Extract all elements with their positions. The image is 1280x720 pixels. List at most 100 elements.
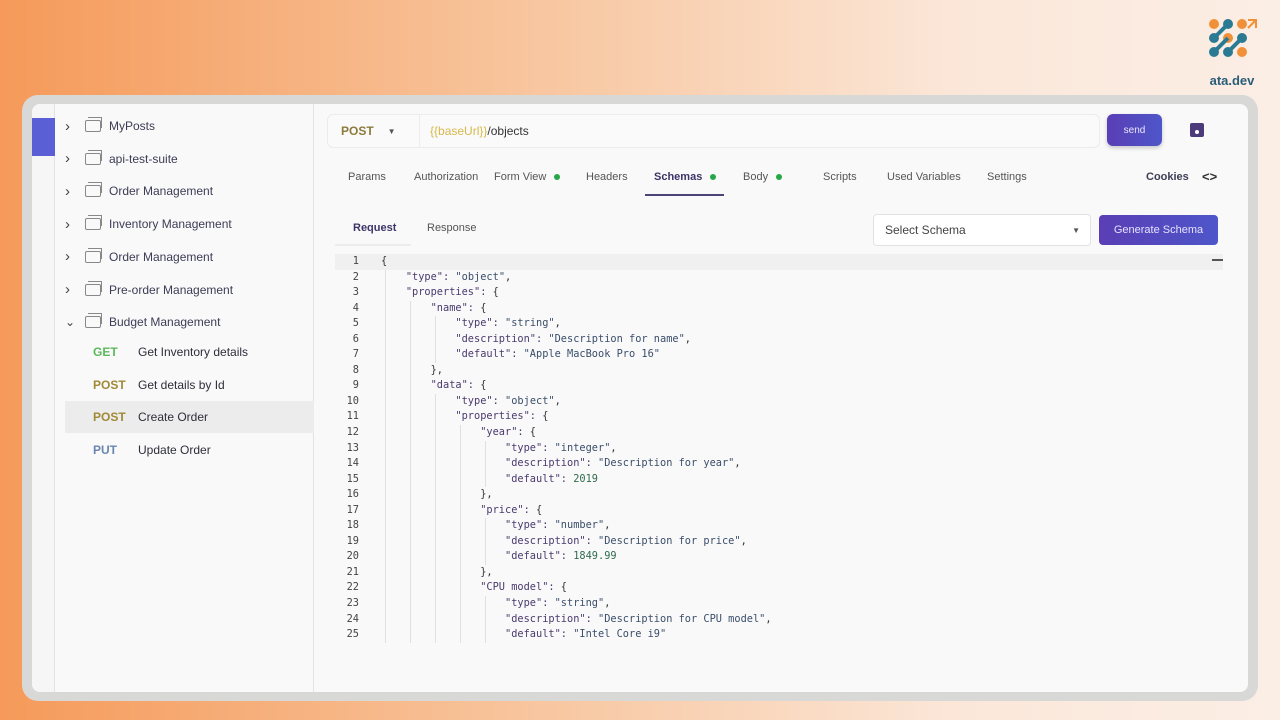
code-text: "default": "Intel Core i9" bbox=[505, 628, 667, 641]
indent-guide bbox=[385, 285, 386, 301]
schema-editor[interactable]: 1{2 "type": "object", 3 "properties": {4 … bbox=[335, 254, 1223, 644]
indent-guide bbox=[385, 456, 386, 472]
indent-guide bbox=[460, 440, 461, 457]
tab-headers[interactable]: Headers bbox=[586, 171, 628, 183]
line-number: 4 bbox=[352, 301, 359, 314]
indent-guide bbox=[460, 564, 461, 581]
sidebar-request[interactable]: POST Create Order bbox=[65, 401, 314, 434]
indent-guide bbox=[435, 316, 436, 332]
generate-schema-button[interactable]: Generate Schema bbox=[1099, 215, 1218, 245]
tab-body[interactable]: Body bbox=[743, 171, 783, 183]
sidebar-request[interactable]: GET Get Inventory details bbox=[65, 336, 314, 368]
editor-scrollbar[interactable] bbox=[1212, 259, 1223, 261]
tab-scripts[interactable]: Scripts bbox=[823, 171, 857, 183]
subtab-response[interactable]: Response bbox=[427, 222, 477, 234]
send-button[interactable]: send bbox=[1107, 114, 1162, 146]
save-icon[interactable] bbox=[1190, 123, 1204, 137]
folder-label: Order Management bbox=[109, 184, 214, 199]
indent-guide bbox=[435, 425, 436, 441]
indent-guide bbox=[410, 580, 411, 597]
chevron-right-icon[interactable]: › bbox=[65, 150, 79, 167]
indent-guide bbox=[410, 300, 411, 317]
indent-guide bbox=[410, 564, 411, 581]
code-line: 16 }, bbox=[335, 487, 1223, 503]
sidebar-folder[interactable]: › Order Management bbox=[65, 247, 213, 267]
status-dot bbox=[776, 174, 783, 180]
chevron-right-icon[interactable]: › bbox=[65, 216, 79, 233]
folder-icon bbox=[85, 182, 102, 198]
app-window: › MyPosts › api-test-suite › Order Management… bbox=[22, 95, 1258, 701]
code-text: "default": "Apple MacBook Pro 16" bbox=[455, 348, 660, 361]
chevron-right-icon[interactable]: › bbox=[65, 248, 79, 265]
method-label: POST bbox=[341, 124, 374, 138]
status-dot bbox=[710, 174, 717, 180]
chevron-down-icon[interactable]: ⌄ bbox=[65, 315, 79, 329]
tab-params[interactable]: Params bbox=[348, 171, 386, 183]
url-input[interactable]: {{baseUrl}}/objects bbox=[420, 124, 529, 138]
line-number: 23 bbox=[346, 597, 359, 610]
tab-form-view[interactable]: Form View bbox=[494, 171, 561, 183]
sidebar-folder[interactable]: ⌄ Budget Management bbox=[65, 312, 220, 332]
indent-guide bbox=[410, 316, 411, 332]
left-rail bbox=[32, 104, 55, 692]
sidebar-folder[interactable]: › Order Management bbox=[65, 181, 213, 201]
line-number: 15 bbox=[346, 472, 359, 485]
indent-guide bbox=[460, 627, 461, 643]
indent-guide bbox=[435, 456, 436, 472]
indent-guide bbox=[460, 549, 461, 565]
code-line: 4 "name": { bbox=[335, 300, 1223, 317]
tab-authorization[interactable]: Authorization bbox=[414, 171, 478, 183]
line-number: 12 bbox=[346, 426, 359, 439]
indent-guide bbox=[485, 611, 486, 628]
collections-sidebar: › MyPosts › api-test-suite › Order Management… bbox=[55, 104, 314, 692]
sidebar-request[interactable]: PUT Update Order bbox=[65, 434, 314, 466]
line-number: 16 bbox=[346, 488, 359, 501]
subtab-request[interactable]: Request bbox=[353, 222, 396, 234]
method-select[interactable]: POST ▼ bbox=[328, 115, 420, 147]
indent-guide bbox=[410, 456, 411, 472]
sidebar-folder[interactable]: › Inventory Management bbox=[65, 214, 232, 234]
chevron-right-icon[interactable]: › bbox=[65, 183, 79, 200]
tab-schemas[interactable]: Schemas bbox=[654, 171, 717, 183]
tab-label: Headers bbox=[586, 171, 628, 183]
code-line: 7 "default": "Apple MacBook Pro 16" bbox=[335, 347, 1223, 363]
sidebar-folder[interactable]: › MyPosts bbox=[65, 116, 155, 136]
chevron-right-icon[interactable]: › bbox=[65, 118, 79, 135]
line-number: 25 bbox=[346, 628, 359, 641]
rail-active-item[interactable] bbox=[32, 118, 55, 156]
indent-guide bbox=[410, 409, 411, 426]
line-number: 11 bbox=[346, 410, 359, 423]
line-number: 10 bbox=[346, 394, 359, 407]
indent-guide bbox=[410, 331, 411, 348]
code-line: 6 "description": "Description for name", bbox=[335, 331, 1223, 348]
line-number: 21 bbox=[346, 565, 359, 578]
code-text: "type": "integer", bbox=[505, 441, 617, 454]
indent-guide bbox=[460, 580, 461, 597]
indent-guide bbox=[385, 518, 386, 534]
line-number: 8 bbox=[352, 363, 359, 376]
url-bar: POST ▼ {{baseUrl}}/objects bbox=[327, 114, 1100, 148]
code-line: 10 "type": "object", bbox=[335, 393, 1223, 410]
indent-guide bbox=[385, 425, 386, 441]
subtab-underline bbox=[335, 244, 411, 246]
sidebar-folder[interactable]: › Pre-order Management bbox=[65, 280, 233, 300]
indent-guide bbox=[435, 611, 436, 628]
indent-guide bbox=[460, 502, 461, 519]
sidebar-folder[interactable]: › api-test-suite bbox=[65, 149, 178, 169]
code-text: "price": { bbox=[480, 503, 543, 516]
code-text: "year": { bbox=[480, 426, 537, 439]
folder-label: Inventory Management bbox=[109, 217, 232, 232]
code-icon[interactable]: <> bbox=[1202, 169, 1217, 184]
chevron-right-icon[interactable]: › bbox=[65, 281, 79, 298]
sidebar-request[interactable]: POST Get details by Id bbox=[65, 369, 314, 401]
cookies-link[interactable]: Cookies bbox=[1146, 171, 1189, 183]
indent-guide bbox=[385, 580, 386, 597]
code-line: 12 "year": { bbox=[335, 425, 1223, 441]
tab-used-variables[interactable]: Used Variables bbox=[887, 171, 961, 183]
schema-select[interactable]: Select Schema ▼ bbox=[873, 214, 1091, 246]
tab-settings[interactable]: Settings bbox=[987, 171, 1027, 183]
indent-guide bbox=[385, 611, 386, 628]
tab-label: Authorization bbox=[414, 171, 479, 183]
code-text: "name": { bbox=[430, 301, 487, 314]
code-line: 20 "default": 1849.99 bbox=[335, 549, 1223, 565]
